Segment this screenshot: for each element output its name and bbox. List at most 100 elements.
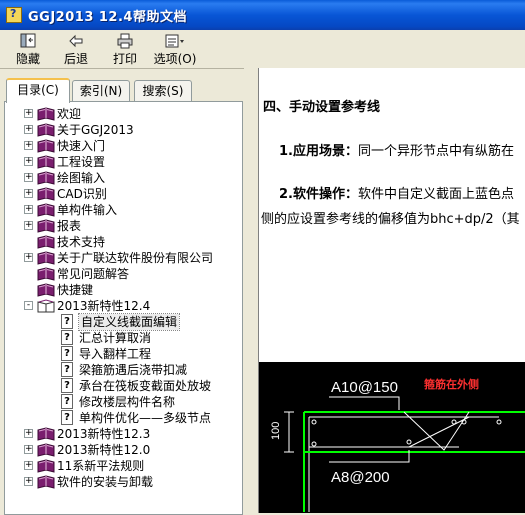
book-icon: [37, 219, 55, 233]
printer-icon: [105, 32, 145, 50]
tree-item[interactable]: ? 汇总计算取消: [5, 330, 242, 346]
expand-icon[interactable]: +: [24, 141, 33, 150]
expand-icon[interactable]: +: [24, 189, 33, 198]
expand-icon[interactable]: +: [24, 157, 33, 166]
collapse-icon[interactable]: -: [24, 301, 33, 310]
expand-icon[interactable]: +: [24, 221, 33, 230]
drawing-note: 箍筋在外侧: [424, 377, 479, 391]
tree-item-label: 绘图输入: [57, 171, 106, 185]
tree-item[interactable]: + 报表: [5, 218, 242, 234]
tree-item-label: 11系新平法规则: [57, 459, 145, 473]
dimension-line: [284, 411, 294, 453]
tree-item[interactable]: + 单构件输入: [5, 202, 242, 218]
tree-item[interactable]: ? 梁箍筋遇后浇带扣减: [5, 362, 242, 378]
book-icon: [37, 187, 55, 201]
tree-item[interactable]: + 快速入门: [5, 138, 242, 154]
cad-drawing-svg: A10@150 A8@200 100 箍筋在外侧: [270, 377, 525, 512]
tree-item-label: 工程设置: [57, 155, 106, 169]
hide-label: 隐藏: [15, 52, 40, 66]
cad-point: [451, 419, 457, 425]
back-button[interactable]: 后退: [56, 32, 96, 66]
cad-point: [311, 419, 317, 425]
book-icon: [37, 107, 55, 121]
print-label: 打印: [112, 52, 137, 66]
tree-item-label: 单构件输入: [57, 203, 118, 217]
tree-item[interactable]: +2013新特性12.0: [5, 442, 242, 458]
contents-tree: + 欢迎 + 关于GGJ2013 + 快速入门 + 工程设置 + 绘图输入 + CAD识别 + 单构件输入…: [5, 106, 242, 490]
book-icon: [37, 283, 55, 297]
cad-drawing: A10@150 A8@200 100 箍筋在外侧: [259, 362, 525, 513]
expand-icon[interactable]: +: [24, 173, 33, 182]
expand-icon[interactable]: +: [24, 253, 33, 262]
print-button[interactable]: 打印: [105, 32, 145, 66]
tree-item-label: 导入翻样工程: [79, 347, 152, 361]
tree-item-label: 快捷键: [57, 283, 94, 297]
tree-item[interactable]: + CAD识别: [5, 186, 242, 202]
help-page-icon: ?: [61, 410, 73, 425]
tree-item-label: 汇总计算取消: [79, 331, 152, 345]
tree-item[interactable]: + 绘图输入: [5, 170, 242, 186]
tree-item[interactable]: - 2013新特性12.4: [5, 298, 242, 314]
toolbar: 隐藏 后退 打印 选项(O): [0, 30, 525, 69]
expand-icon[interactable]: +: [24, 125, 33, 134]
options-icon: [150, 32, 200, 50]
tab-search[interactable]: 搜索(S): [134, 80, 192, 101]
tree-item[interactable]: +2013新特性12.3: [5, 426, 242, 442]
expand-icon[interactable]: +: [24, 477, 33, 486]
cad-leader: [329, 396, 400, 410]
tree-item[interactable]: ? 导入翻样工程: [5, 346, 242, 362]
tab-index[interactable]: 索引(N): [72, 80, 130, 101]
operation-label: 2.软件操作：: [279, 187, 358, 202]
tree-item[interactable]: ? 承台在筏板变截面处放坡: [5, 378, 242, 394]
tree-item-label: 2013新特性12.4: [57, 299, 151, 313]
tree-item-label: 关于GGJ2013: [57, 123, 134, 137]
tab-contents[interactable]: 目录(C): [6, 78, 70, 103]
options-label: 选项(O): [153, 52, 197, 66]
tree-item[interactable]: + 关于广联达软件股份有限公司: [5, 250, 242, 266]
help-app-icon: [6, 7, 22, 23]
tree-item-label: 欢迎: [57, 107, 82, 121]
nav-tabs: 目录(C) 索引(N) 搜索(S): [4, 78, 254, 103]
tree-item[interactable]: ? 单构件优化——多级节点: [5, 410, 242, 426]
hide-button[interactable]: 隐藏: [8, 32, 48, 66]
expand-icon[interactable]: +: [24, 109, 33, 118]
pane-splitter[interactable]: [244, 68, 258, 513]
options-button[interactable]: 选项(O): [150, 32, 200, 66]
book-icon: [37, 251, 55, 265]
tree-item[interactable]: 常见问题解答: [5, 266, 242, 282]
operation-text-continued: 侧的应设置参考线的偏移值为bhc+dp/2（其: [261, 212, 520, 227]
rebar-label-1: A10@150: [331, 379, 398, 396]
scene-paragraph: 1.应用场景：同一个异形节点中有纵筋在: [279, 140, 514, 159]
expand-icon[interactable]: +: [24, 445, 33, 454]
tree-item-label: 关于广联达软件股份有限公司: [57, 251, 214, 265]
tree-item-label: 技术支持: [57, 235, 106, 249]
cad-point: [406, 439, 412, 445]
book-icon: [37, 139, 55, 153]
section-heading: 四、手动设置参考线: [263, 100, 381, 115]
book-icon: [37, 443, 55, 457]
help-page-icon: ?: [61, 362, 73, 377]
tree-item[interactable]: 快捷键: [5, 282, 242, 298]
tree-item[interactable]: +11系新平法规则: [5, 458, 242, 474]
tree-item[interactable]: ? 自定义线截面编辑: [5, 313, 242, 331]
open-book-icon: [37, 299, 55, 313]
tree-item-label: 承台在筏板变截面处放坡: [79, 379, 212, 393]
book-icon: [37, 171, 55, 185]
tree-item[interactable]: + 工程设置: [5, 154, 242, 170]
expand-icon[interactable]: +: [24, 429, 33, 438]
help-page-icon: ?: [61, 314, 73, 329]
scene-text: 同一个异形节点中有纵筋在: [357, 144, 514, 159]
tree-item[interactable]: + 欢迎: [5, 106, 242, 122]
tree-item[interactable]: ? 修改楼层构件名称: [5, 394, 242, 410]
expand-icon[interactable]: +: [24, 205, 33, 214]
tree-item-label: 单构件优化——多级节点: [79, 411, 212, 425]
tree-item[interactable]: 技术支持: [5, 234, 242, 250]
expand-icon[interactable]: +: [24, 461, 33, 470]
tree-item-label: 报表: [57, 219, 82, 233]
book-icon: [37, 235, 55, 249]
cad-point: [496, 419, 502, 425]
tree-item[interactable]: + 软件的安装与卸载: [5, 474, 242, 490]
tree-item[interactable]: + 关于GGJ2013: [5, 122, 242, 138]
book-icon: [37, 459, 55, 473]
scene-label: 1.应用场景：: [279, 144, 358, 159]
